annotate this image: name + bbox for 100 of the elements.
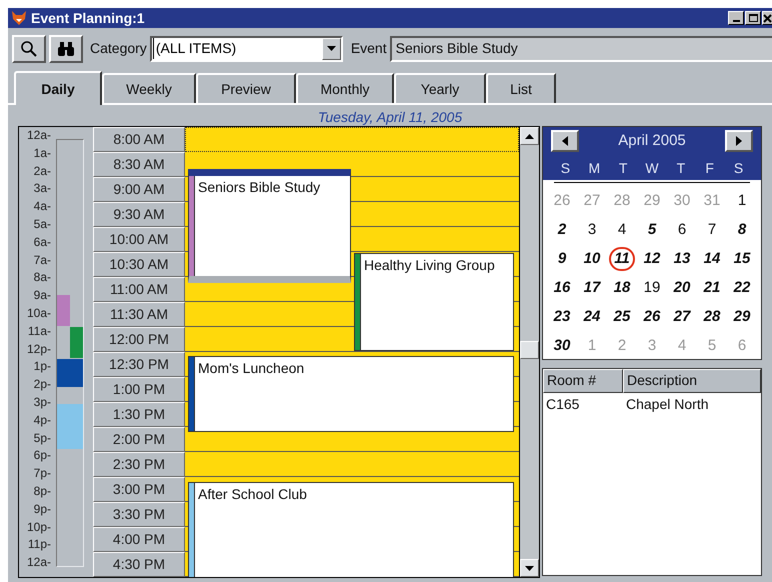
window-title: Event Planning:1	[31, 8, 145, 28]
time-slot-button[interactable]: 2:00 PM	[93, 427, 185, 452]
hour-label: 3a-	[32, 180, 52, 198]
up-arrow-icon	[525, 134, 534, 138]
search-button[interactable]	[12, 34, 46, 62]
tab[interactable]: Daily	[14, 71, 102, 105]
date-heading: Tuesday, April 11, 2005	[316, 108, 464, 126]
event-block[interactable]: Seniors Bible Study	[188, 169, 351, 283]
hour-label: 4a-	[32, 198, 52, 216]
calendar-day[interactable]: 13	[670, 248, 694, 268]
time-slot-button[interactable]: 2:30 PM	[93, 452, 185, 477]
hour-label: 2p-	[32, 376, 52, 394]
hour-label: 1p-	[32, 358, 52, 376]
calendar-day[interactable]: 21	[700, 278, 724, 298]
time-slot-button[interactable]: 8:30 AM	[93, 152, 185, 177]
scroll-thumb[interactable]	[520, 341, 539, 359]
calendar-day[interactable]: 18	[610, 278, 634, 298]
calendar-day[interactable]: 2	[554, 220, 570, 240]
calendar-day[interactable]: 1	[734, 190, 750, 210]
event-field[interactable]: Seniors Bible Study	[390, 36, 772, 62]
time-slot-button[interactable]: 4:00 PM	[93, 527, 185, 552]
time-slot-button[interactable]: 1:00 PM	[93, 377, 185, 402]
calendar-day[interactable]: 23	[550, 306, 574, 326]
time-slot-button[interactable]: 8:00 AM	[93, 127, 185, 152]
time-slot-button[interactable]: 12:00 PM	[93, 327, 185, 352]
calendar-day[interactable]: 20	[670, 278, 694, 298]
time-slot-button[interactable]: 9:00 AM	[93, 177, 185, 202]
time-slot-button[interactable]: 4:30 PM	[93, 552, 185, 577]
calendar-day[interactable]: 11	[609, 246, 635, 270]
previous-month-button[interactable]	[551, 130, 579, 152]
time-slot-button[interactable]: 10:00 AM	[93, 227, 185, 252]
hour-label: 1a-	[32, 144, 52, 162]
calendar-day[interactable]: 8	[734, 220, 750, 240]
calendar-day[interactable]: 4	[614, 220, 630, 240]
time-slot-button[interactable]: 9:30 AM	[93, 202, 185, 227]
scrollbar[interactable]	[519, 127, 539, 577]
time-slot-button[interactable]: 3:30 PM	[93, 502, 185, 527]
month-title: April 2005	[618, 131, 686, 151]
calendar-day[interactable]: 27	[670, 306, 694, 326]
category-dropdown[interactable]: (ALL ITEMS)	[150, 36, 343, 62]
calendar-day[interactable]: 25	[610, 306, 634, 326]
weekday-label: S	[732, 158, 744, 178]
time-slot-button[interactable]: 11:00 AM	[93, 277, 185, 302]
hour-label: 6a-	[32, 234, 52, 251]
calendar-day[interactable]: 30	[550, 336, 574, 356]
time-slot-button[interactable]: 3:00 PM	[93, 477, 185, 502]
hour-label: 7p-	[32, 465, 52, 482]
focused-time-slot[interactable]	[185, 127, 519, 152]
time-slot-button[interactable]: 11:30 AM	[93, 302, 185, 327]
scroll-up-button[interactable]	[520, 127, 539, 145]
maximize-button[interactable]	[745, 11, 761, 25]
tab[interactable]: Monthly	[296, 73, 394, 103]
search-icon	[20, 40, 38, 58]
column-header[interactable]: Description	[623, 369, 761, 393]
calendar-day[interactable]: 26	[640, 306, 664, 326]
time-slot-button[interactable]: 10:30 AM	[93, 252, 185, 277]
event-block[interactable]: Healthy Living Group	[354, 253, 514, 351]
tab[interactable]: Yearly	[394, 73, 486, 103]
minimize-button[interactable]	[728, 11, 744, 25]
hour-label: 10a-	[26, 304, 52, 322]
next-month-button[interactable]	[724, 130, 753, 152]
calendar-day[interactable]: 24	[580, 306, 604, 326]
calendar-day[interactable]: 15	[730, 248, 754, 268]
calendar-day[interactable]: 5	[644, 220, 660, 240]
calendar-day[interactable]: 19	[640, 278, 664, 298]
hour-label: 11a-	[26, 322, 52, 340]
scroll-down-button[interactable]	[520, 559, 539, 577]
calendar-day[interactable]: 3	[584, 220, 600, 240]
tab[interactable]: List	[486, 73, 556, 103]
weekday-label: W	[644, 158, 660, 178]
time-slot-button[interactable]: 1:30 PM	[93, 402, 185, 427]
calendar-day[interactable]: 29	[730, 306, 754, 326]
event-label: Event	[350, 39, 387, 58]
hour-label: 5p-	[32, 430, 52, 447]
hour-label: 9p-	[32, 500, 52, 518]
close-button[interactable]	[762, 11, 772, 25]
tab[interactable]: Weekly	[102, 73, 196, 103]
category-label: Category	[90, 39, 147, 58]
calendar-day[interactable]: 14	[700, 248, 724, 268]
calendar-day[interactable]: 12	[640, 248, 664, 268]
event-block[interactable]: Mom's Luncheon	[188, 356, 514, 432]
hour-label: 10p-	[26, 518, 52, 536]
calendar-day[interactable]: 28	[700, 306, 724, 326]
weekday-label: M	[587, 158, 602, 178]
calendar-day[interactable]: 17	[580, 278, 604, 298]
calendar-day[interactable]: 22	[730, 278, 754, 298]
hour-label: 7a-	[32, 252, 52, 269]
caret-icon	[326, 46, 336, 51]
calendar-day[interactable]: 9	[554, 248, 570, 268]
calendar-day[interactable]: 16	[550, 278, 574, 298]
weekday-label: T	[676, 158, 686, 178]
down-arrow-icon	[525, 566, 534, 570]
column-header[interactable]: Room #	[543, 369, 623, 393]
calendar-day[interactable]: 10	[580, 248, 604, 268]
event-block[interactable]: After School Club	[188, 482, 514, 577]
tab[interactable]: Preview	[196, 73, 296, 103]
binoculars-button[interactable]	[49, 34, 83, 62]
calendar-day[interactable]: 6	[674, 220, 690, 240]
calendar-day[interactable]: 7	[704, 220, 720, 240]
time-slot-button[interactable]: 12:30 PM	[93, 352, 185, 377]
